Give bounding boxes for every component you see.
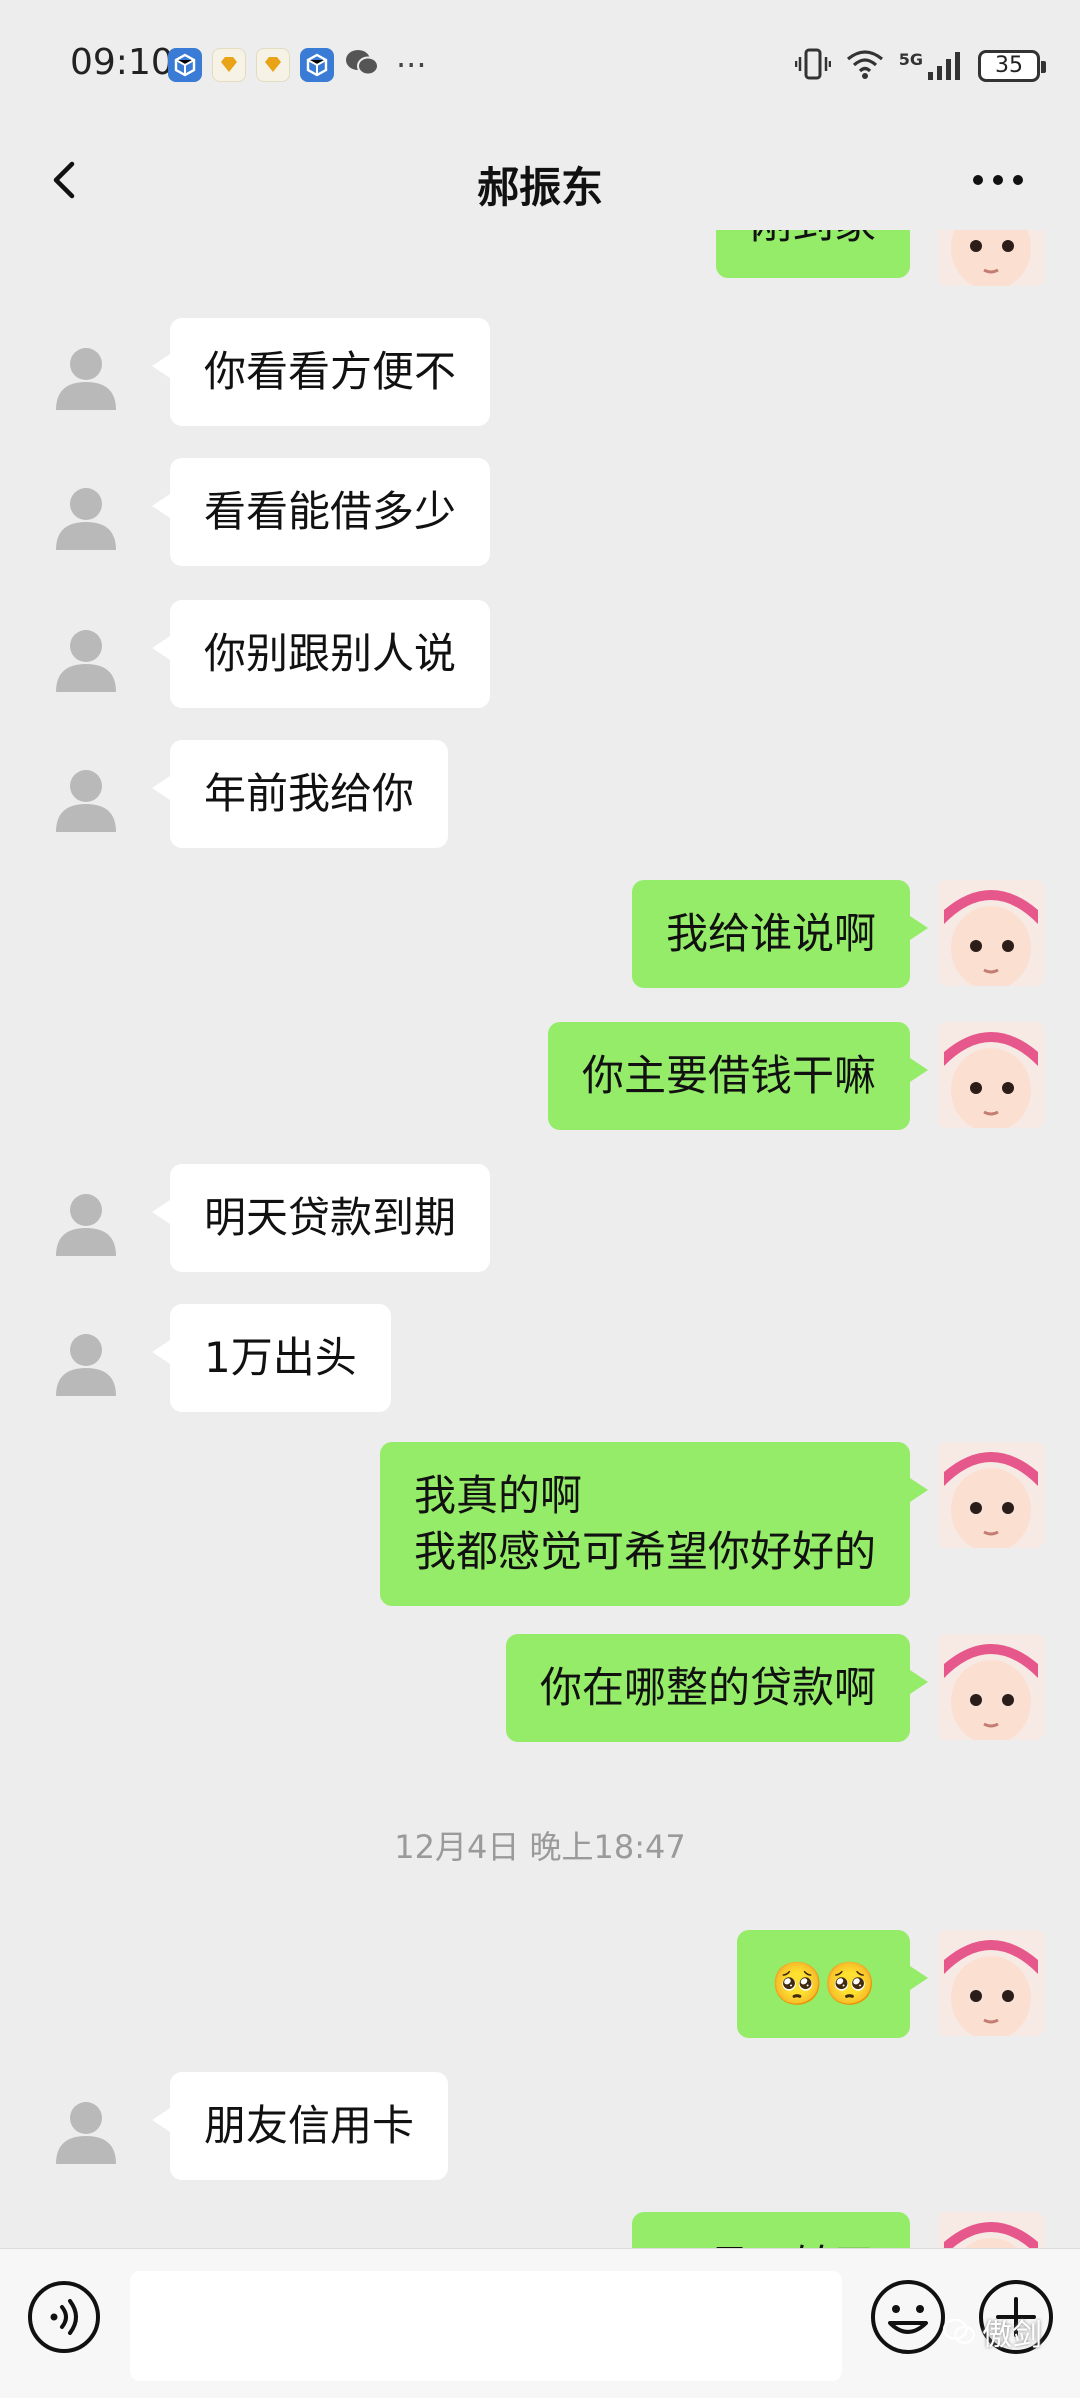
wechat-icon [942, 2318, 976, 2344]
chat-title: 郝振东 [476, 163, 603, 212]
watermark-text: 傲剑 [982, 2318, 1042, 2353]
status-bar: 09:10 ··· 5G 35 [0, 0, 1080, 130]
avatar-contact[interactable] [50, 2094, 122, 2166]
avatar-self[interactable] [938, 230, 1044, 286]
avatar-contact[interactable] [50, 1186, 122, 1258]
message-bubble-outgoing[interactable]: 刚到家 [715, 230, 910, 278]
avatar-self[interactable] [938, 2212, 1044, 2248]
notification-icons: ··· [168, 48, 427, 82]
message-bubble-outgoing[interactable]: 一月三转了 [631, 2212, 910, 2248]
avatar-contact[interactable] [50, 340, 122, 412]
network-type: 5G [898, 50, 923, 69]
message-timestamp: 12月4日 晚上18:47 [394, 1828, 686, 1866]
wifi-icon [845, 47, 885, 85]
vibrate-icon [794, 46, 831, 86]
message-input[interactable] [130, 2271, 842, 2381]
more-notifications-indicator: ··· [396, 46, 427, 84]
avatar-self[interactable] [938, 1634, 1044, 1740]
message-bubble-outgoing[interactable]: 我给谁说啊 [631, 880, 929, 988]
chat-header: 郝振东 [0, 130, 1080, 230]
message-bubble-incoming[interactable]: 你别跟别人说 [151, 600, 491, 708]
wechat-icon [344, 48, 380, 82]
app-diamond-icon [256, 48, 290, 82]
system-indicators: 5G 35 [794, 46, 1046, 86]
voice-icon[interactable] [26, 2279, 102, 2355]
message-bubble-incoming[interactable]: 你看看方便不 [151, 318, 491, 426]
message-input-bar [0, 2248, 1080, 2398]
message-bubble-outgoing[interactable]: 你在哪整的贷款啊 [505, 1634, 929, 1742]
app-diamond-icon [212, 48, 246, 82]
app-cube-icon [300, 48, 334, 82]
avatar-self[interactable] [938, 1022, 1044, 1128]
message-bubble-incoming[interactable]: 朋友信用卡 [151, 2072, 449, 2180]
battery-indicator: 35 [978, 50, 1046, 82]
avatar-contact[interactable] [50, 480, 122, 552]
message-list[interactable]: 刚到家 你看看方便不 看看能借多少 你别跟别人说 年前我给你 我给谁说啊 你主要… [0, 230, 1080, 2248]
more-dots-icon[interactable] [968, 152, 1028, 208]
avatar-contact[interactable] [50, 1326, 122, 1398]
message-bubble-incoming[interactable]: 1万出头 [152, 1304, 391, 1412]
message-bubble-incoming[interactable]: 看看能借多少 [151, 458, 491, 566]
message-bubble-outgoing[interactable]: 你主要借钱干嘛 [547, 1022, 929, 1130]
watermark: 傲剑 [942, 2310, 1042, 2354]
avatar-contact[interactable] [50, 622, 122, 694]
message-bubble-incoming[interactable]: 年前我给你 [151, 740, 449, 848]
app-cube-icon [168, 48, 202, 82]
avatar-self[interactable] [938, 1442, 1044, 1548]
avatar-self[interactable] [938, 1930, 1044, 2036]
avatar-contact[interactable] [50, 762, 122, 834]
emoji-icon[interactable] [868, 2277, 948, 2357]
cellular-signal-icon: 5G [899, 50, 964, 82]
message-bubble-outgoing[interactable]: 🥺🥺 [737, 1930, 928, 2038]
message-bubble-outgoing[interactable]: 我真的啊 我都感觉可希望你好好的 [379, 1442, 929, 1606]
avatar-self[interactable] [938, 880, 1044, 986]
status-time: 09:10 [70, 42, 174, 83]
message-bubble-incoming[interactable]: 明天贷款到期 [151, 1164, 491, 1272]
